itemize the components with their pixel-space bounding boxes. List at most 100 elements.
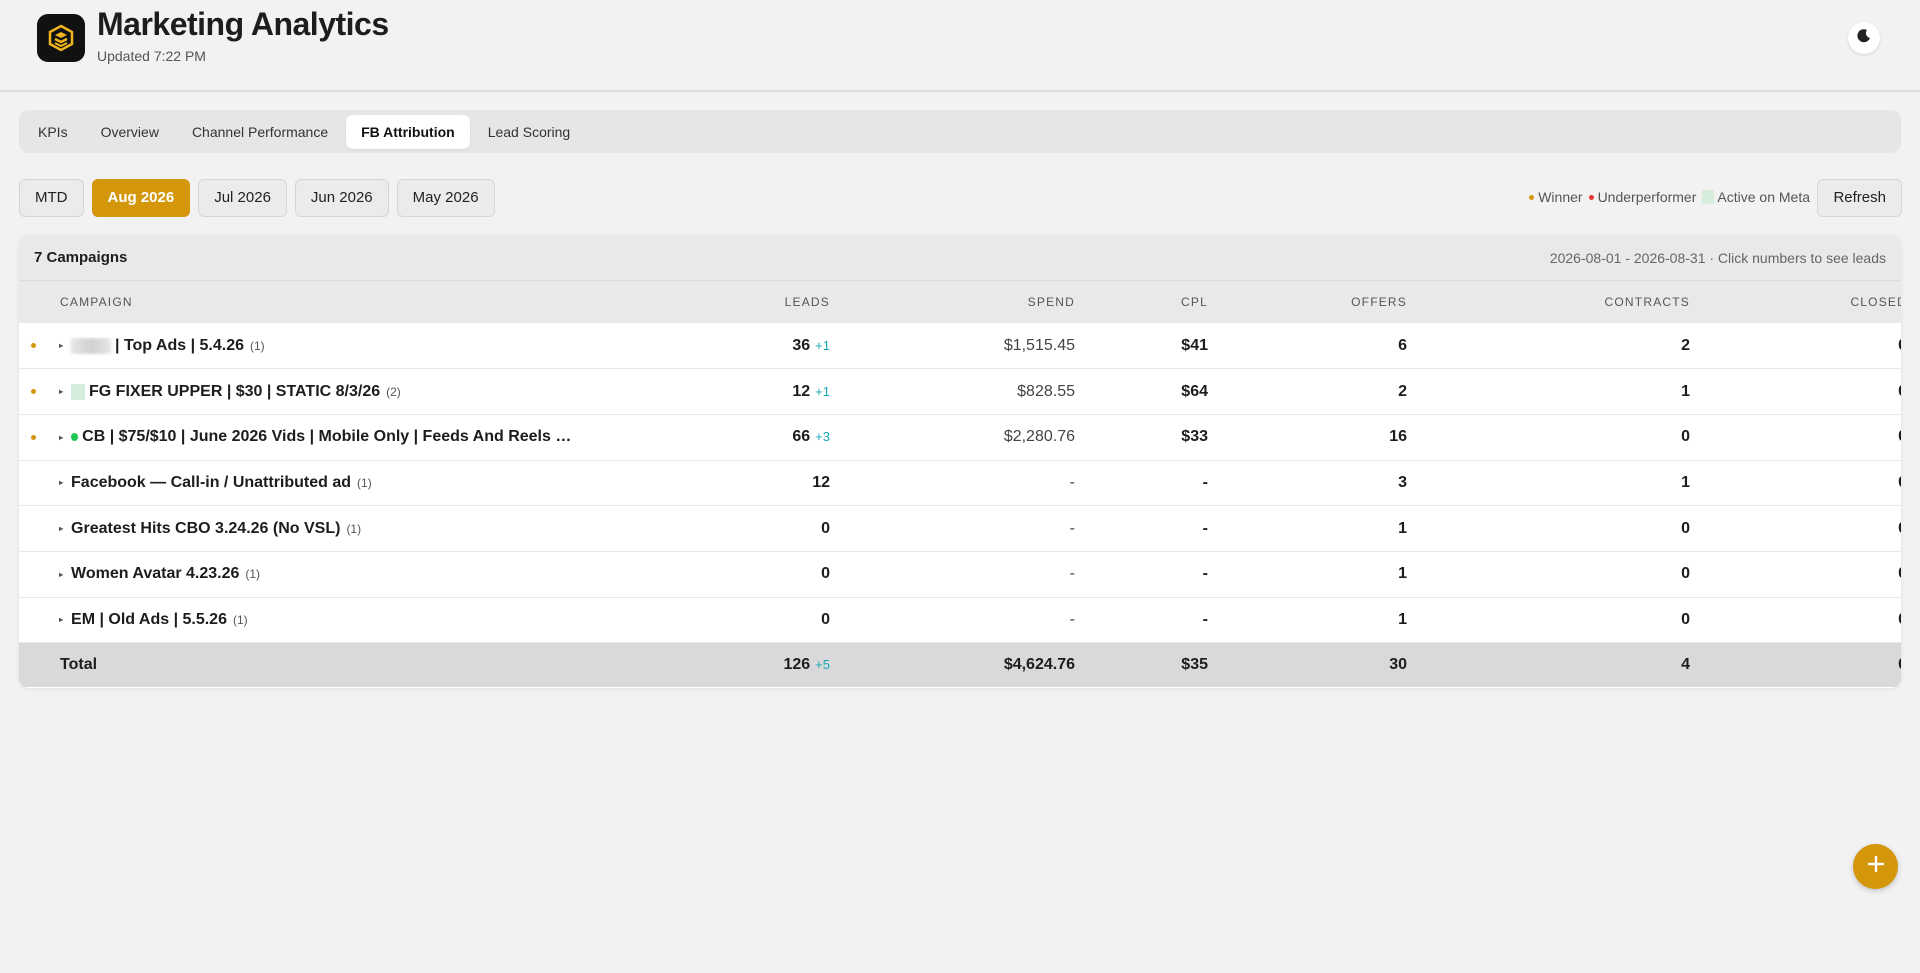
- leads-cell[interactable]: 0: [579, 505, 844, 552]
- contracts-cell[interactable]: 1: [1421, 460, 1704, 507]
- refresh-button[interactable]: Refresh: [1817, 179, 1902, 217]
- offers-cell[interactable]: 6: [1222, 323, 1421, 370]
- closed-cell[interactable]: 0: [1704, 597, 1901, 644]
- cpl-cell: $64: [1089, 368, 1222, 415]
- closed-cell[interactable]: 0: [1704, 323, 1901, 370]
- campaign-cell[interactable]: ▸ | Top Ads | 5.4.26 (1): [59, 323, 579, 370]
- campaign-cell[interactable]: ▸ Greatest Hits CBO 3.24.26 (No VSL) (1): [59, 505, 579, 552]
- period-aug-2026-button[interactable]: Aug 2026: [91, 179, 191, 217]
- header-spend[interactable]: Spend: [844, 281, 1089, 323]
- theme-toggle-button[interactable]: [1848, 22, 1880, 54]
- period-may-2026-button[interactable]: May 2026: [396, 179, 495, 217]
- leads-cell[interactable]: 36 +1: [579, 323, 844, 370]
- row-indicator: [19, 551, 59, 598]
- contracts-cell[interactable]: 0: [1421, 597, 1704, 644]
- caret-right-icon[interactable]: ▸: [59, 387, 63, 396]
- table-row[interactable]: ▸ Women Avatar 4.23.26 (1) 0 - - 1 0 0: [19, 551, 1901, 598]
- tab-channel-performance[interactable]: Channel Performance: [177, 115, 343, 149]
- header-offers[interactable]: Offers: [1222, 281, 1421, 323]
- leads-cell[interactable]: 12: [579, 460, 844, 507]
- table-header-row: Campaign Leads Spend CPL Offers Contract…: [19, 281, 1901, 323]
- leads-value[interactable]: 0: [821, 611, 830, 628]
- underperformer-dot-icon: [1588, 194, 1594, 200]
- leads-value[interactable]: 66: [792, 428, 810, 445]
- header-cpl[interactable]: CPL: [1089, 281, 1222, 323]
- period-selector: MTD Aug 2026 Jul 2026 Jun 2026 May 2026: [19, 179, 503, 217]
- table-row[interactable]: ▸ Facebook — Call-in / Unattributed ad (…: [19, 460, 1901, 507]
- leads-value[interactable]: 12: [792, 383, 810, 400]
- closed-cell[interactable]: 0: [1704, 505, 1901, 552]
- ad-count: (1): [232, 612, 248, 627]
- table-row[interactable]: ▸ EM | Old Ads | 5.5.26 (1) 0 - - 1 0 0: [19, 597, 1901, 644]
- caret-right-icon[interactable]: ▸: [59, 478, 63, 487]
- caret-right-icon[interactable]: ▸: [59, 570, 63, 579]
- table-row[interactable]: ▸ | Top Ads | 5.4.26 (1) 36 +1 $1,515.45 …: [19, 323, 1901, 370]
- campaign-cell[interactable]: ▸ FG FIXER UPPER | $30 | STATIC 8/3/26 (…: [59, 368, 579, 415]
- offers-cell[interactable]: 2: [1222, 368, 1421, 415]
- caret-right-icon[interactable]: ▸: [59, 341, 63, 350]
- campaign-cell[interactable]: ▸ EM | Old Ads | 5.5.26 (1): [59, 597, 579, 644]
- legend-active-meta: Active on Meta: [1702, 189, 1810, 205]
- campaign-cell[interactable]: ▸ Women Avatar 4.23.26 (1): [59, 551, 579, 598]
- header-campaign[interactable]: Campaign: [59, 281, 579, 323]
- app-title: Marketing Analytics: [97, 6, 389, 42]
- offers-cell[interactable]: 1: [1222, 597, 1421, 644]
- leads-value[interactable]: 0: [821, 565, 830, 582]
- ad-count: (1): [250, 338, 265, 353]
- leads-cell[interactable]: 0: [579, 597, 844, 644]
- tab-kpis[interactable]: KPIs: [23, 115, 83, 149]
- ad-count: (1): [357, 475, 372, 490]
- header-closed[interactable]: Closed: [1704, 281, 1901, 323]
- closed-cell[interactable]: 0: [1704, 551, 1901, 598]
- contracts-cell[interactable]: 0: [1421, 505, 1704, 552]
- contracts-cell[interactable]: 2: [1421, 323, 1704, 370]
- legend-underperformer-label: Underperformer: [1597, 189, 1697, 205]
- leads-cell[interactable]: 0: [579, 551, 844, 598]
- tab-overview[interactable]: Overview: [86, 115, 174, 149]
- cpl-cell: -: [1089, 551, 1222, 598]
- offers-cell[interactable]: 1: [1222, 505, 1421, 552]
- leads-delta: +1: [815, 337, 830, 353]
- campaigns-card: 7 Campaigns 2026-08-01 - 2026-08-31 · Cl…: [19, 235, 1901, 688]
- header-contracts[interactable]: Contracts: [1421, 281, 1704, 323]
- offers-cell[interactable]: 3: [1222, 460, 1421, 507]
- table-row[interactable]: ▸ CB | $75/$10 | June 2026 Vids | Mobile…: [19, 414, 1901, 461]
- campaign-cell[interactable]: ▸ CB | $75/$10 | June 2026 Vids | Mobile…: [59, 414, 579, 461]
- active-meta-swatch-icon: [71, 383, 86, 400]
- contracts-cell[interactable]: 1: [1421, 368, 1704, 415]
- caret-right-icon[interactable]: ▸: [59, 524, 63, 533]
- offers-cell[interactable]: 1: [1222, 551, 1421, 598]
- period-mtd-button[interactable]: MTD: [19, 179, 84, 217]
- tab-lead-scoring[interactable]: Lead Scoring: [473, 115, 586, 149]
- period-jul-2026-button[interactable]: Jul 2026: [198, 179, 287, 217]
- moon-icon: [1856, 28, 1872, 49]
- table-row[interactable]: ▸ Greatest Hits CBO 3.24.26 (No VSL) (1)…: [19, 505, 1901, 552]
- legend-winner: Winner: [1529, 189, 1583, 205]
- period-jun-2026-button[interactable]: Jun 2026: [294, 179, 389, 217]
- closed-cell[interactable]: 0: [1704, 460, 1901, 507]
- leads-cell[interactable]: 66 +3: [579, 414, 844, 461]
- updated-timestamp: Updated 7:22 PM: [97, 48, 206, 64]
- offers-cell[interactable]: 16: [1222, 414, 1421, 461]
- leads-value[interactable]: 12: [812, 474, 830, 491]
- leads-cell[interactable]: 12 +1: [579, 368, 844, 415]
- add-button[interactable]: [1853, 844, 1898, 889]
- total-spend: $4,624.76: [844, 642, 1089, 687]
- redacted-thumbnail: [71, 337, 112, 354]
- closed-cell[interactable]: 0: [1704, 368, 1901, 415]
- caret-right-icon[interactable]: ▸: [59, 615, 63, 624]
- closed-cell[interactable]: 0: [1704, 414, 1901, 461]
- contracts-cell[interactable]: 0: [1421, 414, 1704, 461]
- caret-right-icon[interactable]: ▸: [59, 433, 63, 442]
- status-legend: Winner Underperformer Active on Meta: [1523, 189, 1810, 205]
- contracts-cell[interactable]: 0: [1421, 551, 1704, 598]
- tab-fb-attribution[interactable]: FB Attribution: [346, 114, 470, 149]
- total-indicator: [19, 642, 59, 687]
- campaign-cell[interactable]: ▸ Facebook — Call-in / Unattributed ad (…: [59, 460, 579, 507]
- table-row[interactable]: ▸ FG FIXER UPPER | $30 | STATIC 8/3/26 (…: [19, 368, 1901, 415]
- ad-count: (1): [245, 567, 261, 582]
- leads-value[interactable]: 0: [821, 520, 830, 537]
- total-contracts: 4: [1421, 642, 1704, 687]
- header-leads[interactable]: Leads: [579, 281, 844, 323]
- leads-value[interactable]: 36: [792, 337, 810, 354]
